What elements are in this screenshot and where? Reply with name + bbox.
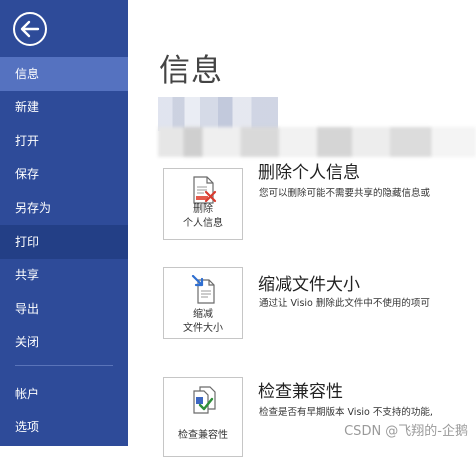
tile-label-line2: 个人信息 bbox=[183, 218, 223, 229]
sidebar-item-account[interactable]: 帐户 bbox=[0, 377, 128, 411]
tile-label-line1: 删除 bbox=[193, 204, 213, 215]
section-title: 缩减文件大小 bbox=[258, 275, 360, 295]
sidebar-item-share[interactable]: 共享 bbox=[0, 258, 128, 292]
section-remove-personal-info: 删除 个人信息 删除个人信息 您可以删除可能不需要共享的隐藏信息或 bbox=[163, 163, 476, 240]
reduce-file-size-button[interactable]: 缩减 文件大小 bbox=[163, 267, 243, 339]
sidebar-item-new[interactable]: 新建 bbox=[0, 90, 128, 124]
blurred-file-path bbox=[158, 127, 476, 157]
page-title: 信息 bbox=[159, 53, 223, 89]
compatibility-check-icon bbox=[191, 385, 217, 415]
check-compatibility-button[interactable]: 检查兼容性 bbox=[163, 377, 243, 457]
sidebar-item-info[interactable]: 信息 bbox=[0, 57, 128, 91]
sidebar-item-open[interactable]: 打开 bbox=[0, 124, 128, 158]
tile-label: 检查兼容性 bbox=[178, 430, 228, 441]
section-reduce-file-size: 缩减 文件大小 缩减文件大小 通过让 Visio 删除此文件中不使用的项可 bbox=[163, 267, 476, 339]
sidebar-item-save[interactable]: 保存 bbox=[0, 157, 128, 191]
watermark-text: CSDN @飞翔的-企鹅 bbox=[344, 424, 468, 439]
sidebar-item-export[interactable]: 导出 bbox=[0, 292, 128, 326]
sidebar-item-save-as[interactable]: 另存为 bbox=[0, 191, 128, 225]
sidebar-item-close[interactable]: 关闭 bbox=[0, 325, 128, 359]
remove-personal-info-button[interactable]: 删除 个人信息 bbox=[163, 168, 243, 240]
sidebar-divider bbox=[15, 365, 113, 366]
sidebar-item-options[interactable]: 选项 bbox=[0, 410, 128, 444]
section-description: 通过让 Visio 删除此文件中不使用的项可 bbox=[259, 298, 430, 309]
tile-label-line1: 缩减 bbox=[193, 309, 213, 320]
section-title: 删除个人信息 bbox=[258, 163, 360, 183]
tile-label-line2: 文件大小 bbox=[183, 323, 223, 334]
backstage-sidebar: 信息 新建 打开 保存 另存为 打印 共享 导出 关闭 帐户 选项 bbox=[0, 0, 128, 446]
section-title: 检查兼容性 bbox=[258, 382, 343, 402]
section-description: 您可以删除可能不需要共享的隐藏信息或 bbox=[259, 188, 431, 199]
blurred-file-name bbox=[158, 97, 278, 131]
sidebar-item-print[interactable]: 打印 bbox=[0, 225, 128, 259]
main-content: 信息 删除 个人信息 删除个人信息 您可以删除可能不需要共享的隐藏信息或 缩减 … bbox=[128, 0, 476, 457]
compress-document-icon bbox=[191, 274, 217, 305]
document-delete-icon bbox=[191, 176, 217, 206]
back-arrow-icon[interactable] bbox=[12, 11, 48, 47]
section-description: 检查是否有早期版本 Visio 不支持的功能, bbox=[259, 407, 433, 418]
